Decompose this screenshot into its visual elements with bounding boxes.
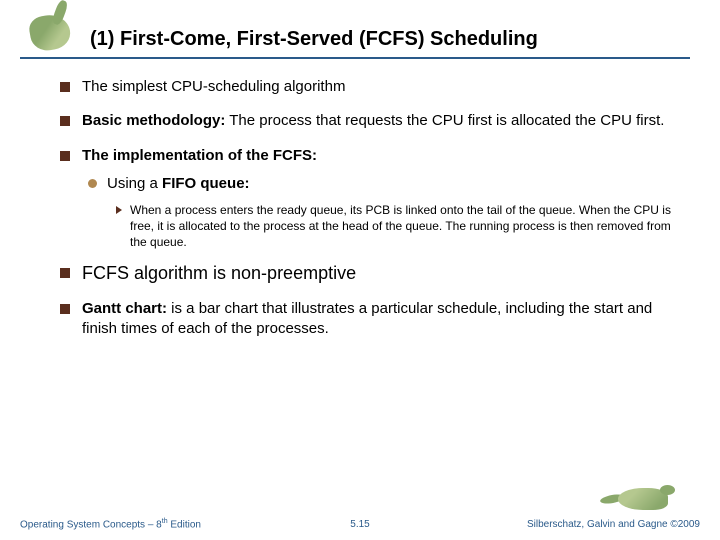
slide-content: The simplest CPU-scheduling algorithm Ba…	[0, 59, 720, 363]
sub-bullet-item: Using a FIFO queue:	[88, 174, 680, 194]
bullet-text: The implementation of the FCFS:	[82, 146, 680, 166]
square-bullet-icon	[60, 82, 70, 92]
square-bullet-icon	[60, 304, 70, 314]
square-bullet-icon	[60, 151, 70, 161]
square-bullet-icon	[60, 116, 70, 126]
slide: (1) First-Come, First-Served (FCFS) Sche…	[0, 0, 720, 540]
slide-title: (1) First-Come, First-Served (FCFS) Sche…	[90, 28, 690, 51]
bullet-item: FCFS algorithm is non-preemptive	[60, 261, 680, 285]
square-bullet-icon	[60, 268, 70, 278]
slide-footer: Operating System Concepts – 8th Edition …	[0, 518, 720, 530]
bullet-item: The implementation of the FCFS:	[60, 146, 680, 166]
bullet-item: Basic methodology: The process that requ…	[60, 111, 680, 131]
sub-bullet-text: Using a FIFO queue:	[107, 174, 250, 194]
bullet-text: Gantt chart: is a bar chart that illustr…	[82, 299, 680, 340]
dot-bullet-icon	[88, 179, 97, 188]
footer-left-text: Operating System Concepts – 8th Edition	[20, 518, 201, 530]
bullet-item: The simplest CPU-scheduling algorithm	[60, 77, 680, 97]
triangle-bullet-icon	[116, 206, 122, 214]
footer-right-text: Silberschatz, Galvin and Gagne ©2009	[527, 519, 700, 530]
bullet-item: Gantt chart: is a bar chart that illustr…	[60, 299, 680, 340]
slide-header: (1) First-Come, First-Served (FCFS) Sche…	[0, 0, 720, 59]
bullet-text: Basic methodology: The process that requ…	[82, 111, 680, 131]
bullet-text: The simplest CPU-scheduling algorithm	[82, 77, 680, 97]
bullet-text: FCFS algorithm is non-preemptive	[82, 261, 680, 285]
title-underline	[20, 57, 690, 59]
footer-page-number: 5.15	[350, 519, 369, 530]
subsub-bullet-item: When a process enters the ready queue, i…	[116, 202, 680, 251]
subsub-bullet-text: When a process enters the ready queue, i…	[130, 202, 680, 251]
dinosaur-bottom-icon	[610, 480, 680, 515]
